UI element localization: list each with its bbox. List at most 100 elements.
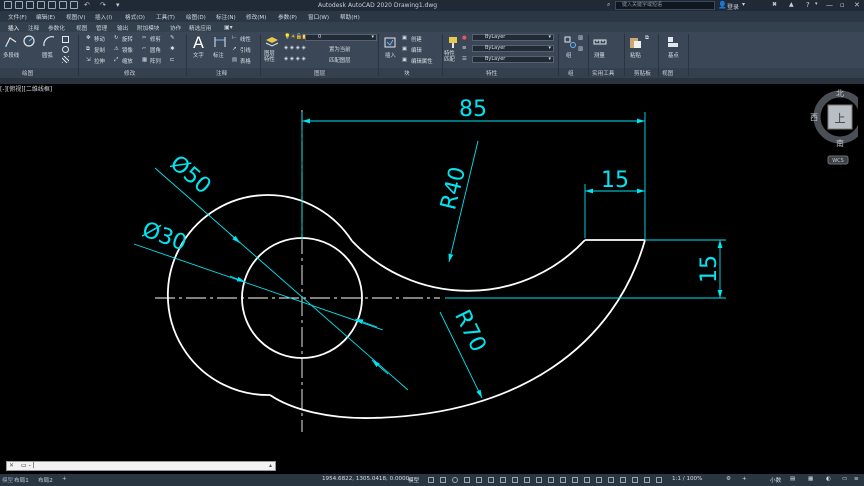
menu-file[interactable]: 文件(F) <box>8 13 27 21</box>
units-value[interactable]: 小数 <box>770 476 781 484</box>
table-button[interactable]: 表格 <box>240 57 251 65</box>
utilities-panel-label[interactable]: 实用工具 <box>592 69 614 77</box>
mirror-icon[interactable]: ⚠ <box>114 46 119 52</box>
menu-modify[interactable]: 修改(M) <box>246 13 266 21</box>
edit-block-icon[interactable]: ▣ <box>402 46 407 52</box>
tab-addins[interactable]: 附加模块 <box>137 24 159 32</box>
block-panel-label[interactable]: 块 <box>404 69 410 77</box>
annotation-scale-icon[interactable] <box>608 477 614 483</box>
transparency-icon[interactable] <box>512 477 518 483</box>
array-button[interactable]: 阵列 <box>150 57 161 65</box>
exchange-icon[interactable]: ✖ <box>772 1 777 8</box>
dim-d30-text[interactable]: Ø30 <box>139 217 190 256</box>
selection-cycling-icon[interactable] <box>524 477 530 483</box>
layer-state-icons[interactable]: 💡☀🔓■ <box>284 34 307 40</box>
tab-parametric[interactable]: 参数化 <box>48 24 65 32</box>
measure-icon[interactable] <box>593 35 607 49</box>
workspace-icon[interactable] <box>620 477 626 483</box>
dim-d50-arrow-start[interactable] <box>229 233 241 244</box>
customize-toolbar-icon[interactable]: ▾ <box>116 1 120 9</box>
groups-panel-label[interactable]: 组 <box>568 69 574 77</box>
grid-icon[interactable] <box>428 477 434 483</box>
dimension-button[interactable]: 标注 <box>213 51 224 59</box>
command-close-icon[interactable]: ✕ <box>9 462 14 469</box>
menu-view[interactable]: 视图(V) <box>66 13 85 21</box>
add-layout-icon[interactable]: + <box>62 476 67 482</box>
view-panel-label[interactable]: 视图 <box>662 69 673 77</box>
drawing-svg[interactable]: 85 15 15 R40 R70 Ø50 Ø30 <box>0 84 864 458</box>
model-space-button[interactable]: 模型 <box>408 476 419 484</box>
add-icon[interactable]: + <box>742 476 747 482</box>
paste-icon[interactable] <box>628 35 642 49</box>
ellipse-icon[interactable] <box>62 46 69 53</box>
leader-icon[interactable]: ↗ <box>232 46 237 52</box>
viewcube-face-label[interactable]: 上 <box>835 112 846 125</box>
linear-button[interactable]: 线性 <box>240 35 251 43</box>
hatch-icon[interactable] <box>62 56 69 63</box>
move-icon[interactable]: ✥ <box>86 35 91 41</box>
draw-panel-label[interactable]: 绘图 <box>22 69 33 77</box>
modify-panel-label[interactable]: 修改 <box>124 69 135 77</box>
match-layer-button[interactable]: 匹配图层 <box>329 56 351 64</box>
save-icon[interactable] <box>26 1 34 9</box>
menu-format[interactable]: 格式(O) <box>125 13 145 21</box>
fillet-icon[interactable]: ⌐ <box>142 46 147 52</box>
menu-window[interactable]: 窗口(W) <box>308 13 329 21</box>
polyline-label[interactable]: 多段线 <box>3 51 19 59</box>
tab-model[interactable]: 模型 <box>2 476 13 484</box>
menu-help[interactable]: 帮助(H) <box>340 13 360 21</box>
layer-properties-icon[interactable] <box>265 35 279 49</box>
dim-d30-arrow-start[interactable] <box>229 275 246 283</box>
create-block-icon[interactable]: ▣ <box>402 35 407 41</box>
dim-85-text[interactable]: 85 <box>459 97 487 122</box>
move-button[interactable]: 移动 <box>94 35 105 43</box>
tab-manage[interactable]: 管理 <box>96 24 107 32</box>
group-edit-icon[interactable]: ▨ <box>578 46 583 52</box>
create-block-button[interactable]: 创建 <box>411 35 422 43</box>
command-line[interactable]: ✕ ▭ - | ▴ <box>6 461 276 471</box>
paste-button[interactable]: 粘贴 <box>630 51 641 59</box>
settings-gear-icon[interactable]: ⚙ <box>726 476 731 482</box>
gizmo-icon[interactable] <box>572 477 578 483</box>
tab-featured-apps[interactable]: 精选应用 <box>189 24 211 32</box>
layer-tools-row1[interactable]: ◈ ◈ ◈ ◈ <box>284 45 306 51</box>
compass-west[interactable]: 西 <box>810 113 818 122</box>
scale-icon[interactable]: ⤢ <box>114 57 118 64</box>
menu-draw[interactable]: 绘图(D) <box>186 13 206 21</box>
text-button[interactable]: 文字 <box>193 51 204 59</box>
base-view-button[interactable]: 基点 <box>668 51 679 59</box>
text-icon[interactable]: A <box>193 33 204 52</box>
menu-tools[interactable]: 工具(T) <box>156 13 175 21</box>
open-file-icon[interactable] <box>15 1 23 9</box>
match-properties-button[interactable]: 特性匹配 <box>444 51 460 63</box>
erase-icon[interactable]: ✎ <box>170 35 175 41</box>
dim-15h-text[interactable]: 15 <box>601 168 629 193</box>
trim-icon[interactable]: ✂ <box>142 35 147 41</box>
mirror-button[interactable]: 镜像 <box>122 46 133 54</box>
lineweight-dropdown[interactable]: ByLayer ▾ <box>472 45 554 52</box>
menu-dimension[interactable]: 标注(N) <box>216 13 236 21</box>
outer-arc-d50[interactable] <box>166 194 353 396</box>
circle-icon[interactable] <box>22 34 36 48</box>
stretch-icon[interactable]: ⇲ <box>86 57 91 63</box>
edit-attributes-button[interactable]: 编辑属性 <box>411 57 433 65</box>
menu-parametric[interactable]: 参数(P) <box>278 13 297 21</box>
search-input[interactable]: 键入关键字或短语 <box>615 1 715 10</box>
new-file-icon[interactable] <box>4 1 12 9</box>
properties-panel-label[interactable]: 特性 <box>486 69 497 77</box>
clean-screen-icon[interactable]: ▭ <box>842 476 847 482</box>
command-input[interactable]: ▭ - | <box>21 462 35 470</box>
lock-ui-icon[interactable]: ▦ <box>808 476 813 482</box>
insert-block-button[interactable]: 插入 <box>385 51 396 59</box>
rectangle-icon[interactable] <box>62 36 69 43</box>
wcs-label[interactable]: WCS <box>832 158 844 164</box>
help-icon[interactable]: ? <box>806 1 810 9</box>
lineweight-toggle-icon[interactable] <box>500 477 506 483</box>
ribbon-toggle-icon[interactable]: ▣▾ <box>224 24 233 31</box>
annotation-visibility-icon[interactable] <box>584 477 590 483</box>
tab-insert[interactable]: 插入 <box>8 24 19 32</box>
insert-block-icon[interactable] <box>383 35 397 49</box>
undo-icon[interactable]: ↶ <box>84 1 90 9</box>
trim-button[interactable]: 修剪 <box>150 35 161 43</box>
user-icon[interactable]: 👤 <box>718 1 727 9</box>
